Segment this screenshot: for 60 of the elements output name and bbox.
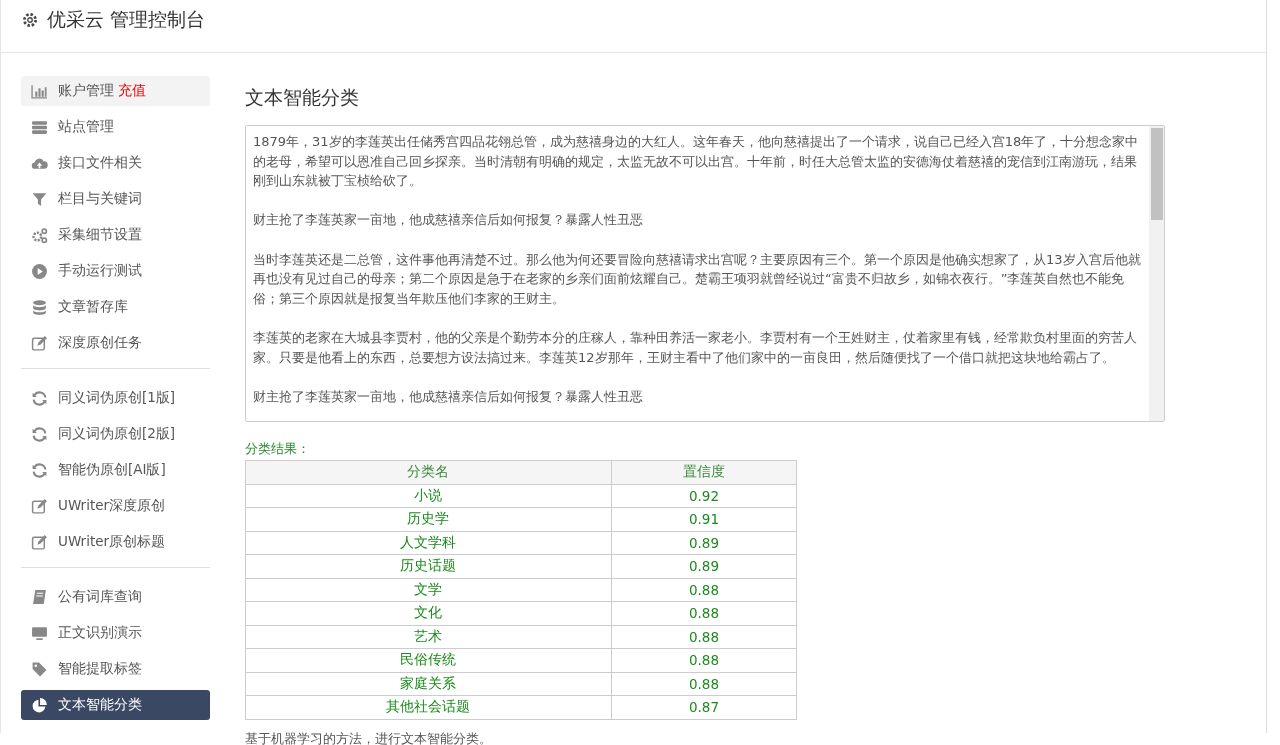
page-heading: 文本智能分类: [245, 85, 360, 110]
sidebar-item[interactable]: 站点管理: [21, 112, 210, 142]
table-cell: 0.91: [611, 507, 797, 531]
sidebar-item[interactable]: 采集细节设置: [21, 220, 210, 250]
sidebar-item[interactable]: 深度原创任务: [21, 328, 210, 358]
sidebar-item[interactable]: 账户管理 充值: [21, 76, 210, 106]
table-cell: 0.92: [611, 484, 797, 508]
refresh-icon: [31, 461, 48, 479]
table-cell: 历史话题: [245, 554, 612, 578]
monitor-icon: [31, 624, 48, 642]
refresh-icon: [31, 389, 48, 407]
sidebar-item[interactable]: 文本智能分类: [21, 690, 210, 720]
table-cell: 艺术: [245, 625, 612, 649]
table-cell: 人文学科: [245, 531, 612, 555]
sidebar-item[interactable]: 同义词伪原创[1版]: [21, 383, 210, 413]
server-icon: [31, 118, 48, 136]
table-cell: 家庭关系: [245, 672, 612, 696]
settings-icon: [21, 11, 39, 29]
table-cell: 0.89: [611, 554, 797, 578]
table-cell: 民俗传统: [245, 648, 612, 672]
text-input-field[interactable]: 1879年，31岁的李莲英出任储秀宫四品花翎总管，成为慈禧身边的大红人。这年春天，他向慈禧提出了一个请求，说自己已经入宫18年了，十分想念家中的老母，希望可以恩准自己回乡探亲。当时清朝有明确的规定，太监无故不可以出宫。十年前，时任大总管太监的安德海仗着慈禧的宠信到江南游玩，结果刚到山东就被丁宝桢给砍了。 财主抢了李莲英家一亩地，他成慈禧亲信后如何报复？暴露人性丑恶 当时李莲英还是二总管，这件事他再清楚不过。那么他为何还要冒险向慈禧请求出宫呢？主要原因有三个。第一个原因是他确实想家了，从13岁入宫后他就再也没有见过自己的母亲；第二个原因是急于在老家的乡亲们面前炫耀自己。楚霸王项羽就曾经说过“富贵不归故乡，如锦衣夜行。”李莲英自然也不能免俗；第三个原因就是报复当年欺压他们李家的王财主。 李莲英的老家在大城县李贾村，他的父亲是个勤劳本分的庄稼人，靠种田养活一家老小。李贾村有一个王姓财主，仗着家里有钱，经常欺负村里面的穷苦人家。只要是他看上的东西，总要想方设法搞过来。李莲英12岁那年，王财主看中了他们家中的一亩良田，然后随便找了一个借口就把这块地给霸占了。 财主抢了李莲英家一亩地，他成慈禧亲信后如何报复？暴露人性丑恶: [245, 125, 1165, 422]
result-label: 分类结果：: [245, 440, 311, 458]
table-cell: 0.88: [611, 578, 797, 602]
edit-icon: [31, 334, 48, 352]
table-cell: 其他社会话题: [245, 695, 612, 719]
sidebar-item[interactable]: 同义词伪原创[2版]: [21, 419, 210, 449]
sidebar-item[interactable]: 智能提取标签: [21, 654, 210, 684]
sidebar-item[interactable]: 栏目与关键词: [21, 184, 210, 214]
table-cell: 文化: [245, 601, 612, 625]
edit-icon: [31, 533, 48, 551]
description-text: 基于机器学习的方法，进行文本智能分类。: [245, 729, 493, 745]
bar-chart-icon: [31, 82, 48, 100]
table-cell: 小说: [245, 484, 612, 508]
pie-chart-icon: [31, 696, 48, 714]
sidebar-item[interactable]: UWriter原创标题: [21, 527, 210, 557]
sidebar-item[interactable]: 正文识别演示: [21, 618, 210, 648]
sidebar-item[interactable]: 接口文件相关: [21, 148, 210, 178]
table-cell: 0.87: [611, 695, 797, 719]
column-header: 置信度: [611, 460, 797, 484]
tag-icon: [31, 660, 48, 678]
database-icon: [31, 298, 48, 316]
book-icon: [31, 588, 48, 606]
sidebar-item[interactable]: 文章暂存库: [21, 292, 210, 322]
table-cell: 0.88: [611, 648, 797, 672]
sidebar-item[interactable]: UWriter深度原创: [21, 491, 210, 521]
play-icon: [31, 262, 48, 280]
table-cell: 0.88: [611, 601, 797, 625]
table-cell: 0.88: [611, 625, 797, 649]
table-cell: 文学: [245, 578, 612, 602]
table-cell: 0.88: [611, 672, 797, 696]
edit-icon: [31, 497, 48, 515]
table-cell: 0.89: [611, 531, 797, 555]
sidebar-item[interactable]: 智能伪原创[AI版]: [21, 455, 210, 485]
refresh-icon: [31, 425, 48, 443]
sidebar-item[interactable]: 手动运行测试: [21, 256, 210, 286]
filter-icon: [31, 190, 48, 208]
sidebar-item[interactable]: 公有词库查询: [21, 582, 210, 612]
table-cell: 历史学: [245, 507, 612, 531]
column-header: 分类名: [245, 460, 612, 484]
app-title: 优采云 管理控制台: [47, 7, 206, 32]
